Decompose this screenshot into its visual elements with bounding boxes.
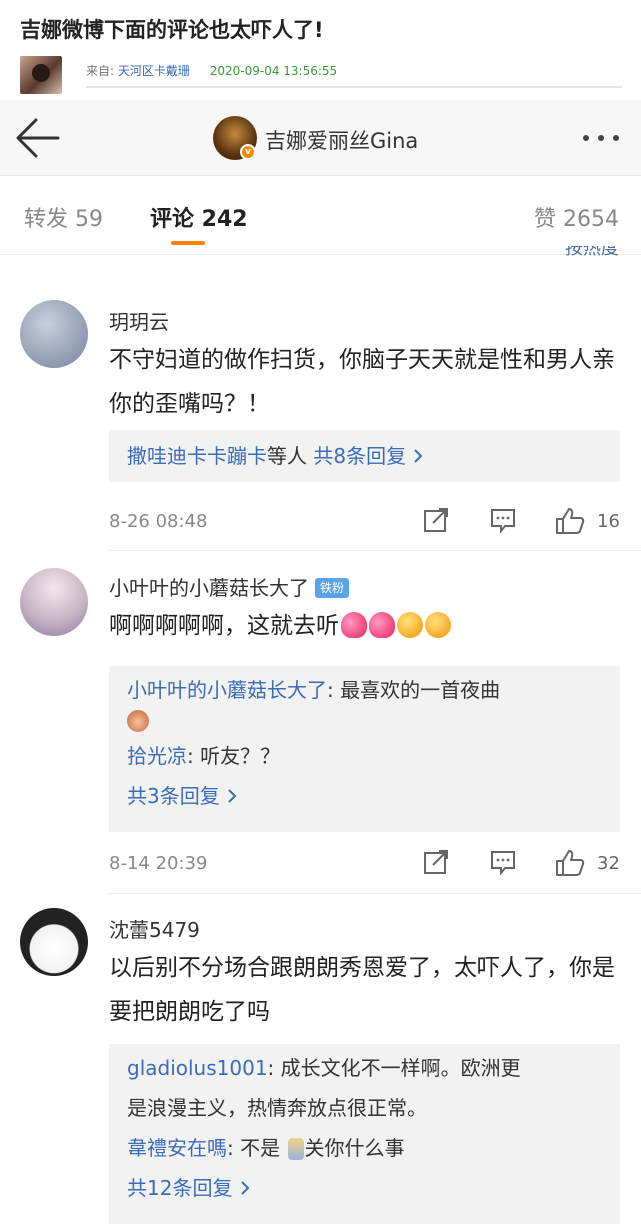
tab-indicator: [171, 241, 205, 245]
reply-summary-users[interactable]: 撒哇迪卡卡蹦卡: [127, 444, 267, 468]
chevron-right-icon: [414, 449, 423, 463]
comment-icon: [491, 851, 515, 876]
comment-text: 啊啊啊啊啊，这就去听: [109, 604, 619, 648]
heart-emoji-icon: [369, 612, 395, 638]
like-button[interactable]: 16: [555, 507, 625, 535]
share-icon: [424, 850, 448, 874]
monkey-emoji-icon: [127, 710, 149, 732]
reply-user[interactable]: 韋禮安在嗎: [127, 1136, 227, 1160]
more-replies-link[interactable]: 共3条回复: [127, 776, 602, 816]
comment-username[interactable]: 沈蕾5479: [109, 914, 200, 943]
reply-text: : 不是: [227, 1136, 287, 1160]
tab-repost[interactable]: 转发 59: [24, 201, 103, 233]
comment-username-row: 小叶叶的小蘑菇长大了 铁粉: [109, 572, 350, 601]
reply-item[interactable]: 小叶叶的小蘑菇长大了: 最喜欢的一首夜曲: [127, 670, 602, 710]
comment-username[interactable]: 玥玥云: [109, 306, 169, 335]
avatar[interactable]: [20, 568, 88, 636]
comment-text: 以后别不分场合跟朗朗秀恩爱了，太吓人了，你是要把朗朗吃了吗: [109, 955, 615, 1025]
heart-emoji-icon: [341, 612, 367, 638]
like-count: 32: [597, 853, 620, 874]
tab-bar: 转发 59 评论 242 赞 2654: [0, 177, 641, 255]
reply-user[interactable]: 拾光凉: [127, 744, 187, 768]
sort-toggle[interactable]: 按热度: [565, 246, 619, 258]
reply-item[interactable]: 韋禮安在嗎: 不是 关你什么事: [127, 1128, 602, 1168]
share-button[interactable]: [423, 849, 449, 877]
verified-badge-icon: v: [240, 144, 256, 160]
fan-badge: 铁粉: [315, 578, 350, 598]
article-header: 吉娜微博下面的评论也太吓人了! 来自: 天河区卡戴珊 2020-09-04 13…: [0, 0, 641, 100]
divider: [109, 893, 641, 894]
like-button[interactable]: 32: [555, 849, 625, 877]
article-source[interactable]: 天河区卡戴珊: [118, 64, 190, 78]
more-replies-link[interactable]: 共12条回复: [127, 1168, 602, 1208]
comment-time: 8-14 20:39: [109, 853, 208, 874]
reply-summary[interactable]: 撒哇迪卡卡蹦卡等人 共8条回复: [109, 430, 620, 482]
divider: [109, 550, 641, 551]
like-icon: [556, 508, 585, 534]
comment-footer: 8-14 20:39 32: [109, 849, 620, 879]
reply-user[interactable]: gladiolus1001: [127, 1056, 268, 1080]
article-time: 2020-09-04 13:56:55: [209, 64, 338, 78]
face-emoji-icon: [425, 612, 451, 638]
reply-item-continued: 是浪漫主义，热情奔放点很正常。: [127, 1088, 602, 1128]
comment-text: 不守妇道的做作扫货，你脑子天天就是性和男人亲你的歪嘴吗？！: [109, 347, 615, 417]
more-button[interactable]: [577, 122, 625, 152]
tab-comment[interactable]: 评论 242: [150, 201, 248, 233]
tab-like[interactable]: 赞 2654: [534, 201, 619, 233]
profile-name[interactable]: 吉娜爱丽丝Gina: [265, 125, 418, 155]
reply-emoji-row: [127, 710, 602, 736]
reply-text: : 成长文化不一样啊。欧洲更: [267, 1056, 521, 1080]
back-button[interactable]: [14, 116, 60, 160]
comment-time: 8-26 08:48: [109, 511, 208, 532]
reply-button[interactable]: [490, 507, 516, 535]
reply-summary-count[interactable]: 共8条回复: [313, 444, 406, 468]
like-icon: [556, 850, 585, 876]
reply-item[interactable]: 拾光凉: 听友？？: [127, 736, 602, 776]
figure-emoji-icon: [288, 1138, 305, 1160]
app-bar: 吉娜爱丽丝Gina: [0, 100, 641, 176]
reply-text: 关你什么事: [304, 1136, 405, 1160]
chevron-right-icon: [228, 789, 237, 803]
chevron-right-icon: [241, 1181, 250, 1195]
reply-list: 小叶叶的小蘑菇长大了: 最喜欢的一首夜曲 拾光凉: 听友？？ 共3条回复: [109, 666, 620, 832]
like-count: 16: [597, 511, 620, 532]
reply-button[interactable]: [490, 849, 516, 877]
reply-item[interactable]: gladiolus1001: 成长文化不一样啊。欧洲更: [127, 1048, 602, 1088]
comment-icon: [491, 509, 515, 534]
avatar[interactable]: [20, 300, 88, 368]
article-meta: 来自: 天河区卡戴珊 2020-09-04 13:56:55: [86, 62, 337, 79]
more-icon: [583, 135, 589, 141]
author-avatar[interactable]: [20, 56, 62, 94]
reply-user[interactable]: 小叶叶的小蘑菇长大了: [127, 678, 327, 702]
reply-text: : 听友？？: [187, 744, 281, 768]
share-icon: [424, 508, 448, 532]
meta-prefix: 来自:: [86, 64, 115, 78]
reply-text: : 最喜欢的一首夜曲: [327, 678, 501, 702]
comment-username[interactable]: 小叶叶的小蘑菇长大了: [109, 576, 309, 600]
share-button[interactable]: [423, 507, 449, 535]
comment-footer: 8-26 08:48 16: [109, 507, 620, 537]
back-arrow-icon: [16, 118, 60, 158]
reply-text: 是浪漫主义，热情奔放点很正常。: [127, 1096, 427, 1120]
face-emoji-icon: [397, 612, 423, 638]
reply-summary-mid: 等人: [267, 444, 307, 468]
divider: [86, 86, 622, 88]
avatar[interactable]: [20, 908, 88, 976]
article-title: 吉娜微博下面的评论也太吓人了!: [20, 18, 324, 42]
reply-list: gladiolus1001: 成长文化不一样啊。欧洲更 是浪漫主义，热情奔放点很…: [109, 1044, 620, 1224]
